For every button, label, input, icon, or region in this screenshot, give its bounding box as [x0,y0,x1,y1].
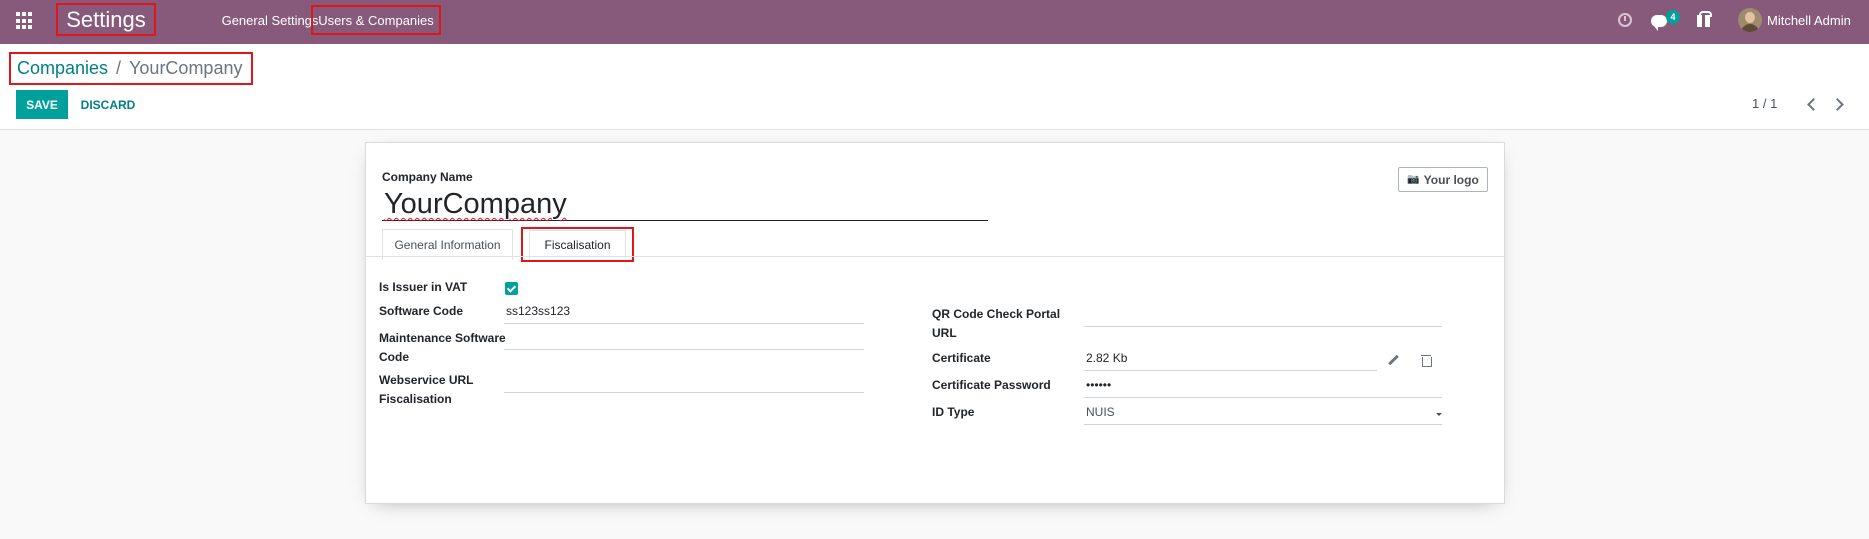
qr-code-url-input[interactable] [1084,304,1442,327]
camera-icon: 📷 [1407,174,1420,185]
form-sheet: Company Name YourCompany 📷 Your logo Gen… [365,142,1505,504]
maintenance-label-line2: Code [379,350,409,364]
certificate-label: Certificate [932,351,991,365]
software-code-input[interactable]: ss123ss123 [504,301,864,324]
control-panel: Companies / YourCompany SAVE DISCARD 1 /… [0,44,1869,130]
qr-code-label-line1: QR Code Check Portal [932,307,1061,321]
chat-icon[interactable] [1651,15,1667,31]
webservice-label-line1: Webservice URL [379,373,474,387]
chevron-right-icon[interactable] [1833,96,1843,112]
pencil-icon[interactable] [1388,355,1399,366]
gift-icon[interactable] [1697,11,1712,27]
company-name-value: YourCompany [384,188,567,220]
certificate-password-label: Certificate Password [932,378,1051,392]
certificate-password-input[interactable]: •••••• [1084,375,1442,398]
id-type-select[interactable]: NUIS [1084,402,1442,425]
menu-users-companies[interactable]: Users & Companies [311,5,441,35]
apps-grid-icon[interactable] [16,12,34,30]
chat-badge: 4 [1666,10,1680,24]
breadcrumb-current: YourCompany [129,58,243,78]
company-name-input[interactable]: YourCompany [382,188,988,221]
is-issuer-label: Is Issuer in VAT [379,280,468,294]
software-code-label: Software Code [379,304,464,318]
id-type-label: ID Type [932,405,975,419]
app-title[interactable]: Settings [56,3,156,36]
company-name-label: Company Name [382,170,473,184]
caret-down-icon [1436,413,1442,416]
save-button[interactable]: SAVE [16,90,68,119]
tab-divider [366,256,1504,257]
top-navbar: Settings General Settings Users & Compan… [0,0,1869,44]
discard-button[interactable]: DISCARD [76,90,140,119]
breadcrumb-companies-link[interactable]: Companies [17,58,108,79]
pager-value: 1 / 1 [1752,96,1778,111]
logo-button-label: Your logo [1423,172,1479,187]
user-name[interactable]: Mitchell Admin [1767,13,1851,28]
trash-icon[interactable] [1421,354,1432,367]
avatar[interactable] [1738,8,1762,32]
certificate-input[interactable]: 2.82 Kb [1084,348,1377,371]
maintenance-code-input[interactable] [504,327,864,350]
breadcrumb: Companies / YourCompany [9,52,253,85]
webservice-url-input[interactable] [504,370,864,393]
maintenance-label-line1: Maintenance Software [379,331,506,345]
clock-icon[interactable] [1618,13,1632,27]
webservice-label-line2: Fiscalisation [379,392,452,406]
qr-code-label-line2: URL [932,326,957,340]
is-issuer-checkbox[interactable] [505,282,518,295]
logo-upload-button[interactable]: 📷 Your logo [1398,167,1488,192]
chevron-left-icon[interactable] [1806,96,1816,112]
breadcrumb-separator: / [116,58,122,78]
tab-fiscalisation-label: Fiscalisation [529,230,626,259]
